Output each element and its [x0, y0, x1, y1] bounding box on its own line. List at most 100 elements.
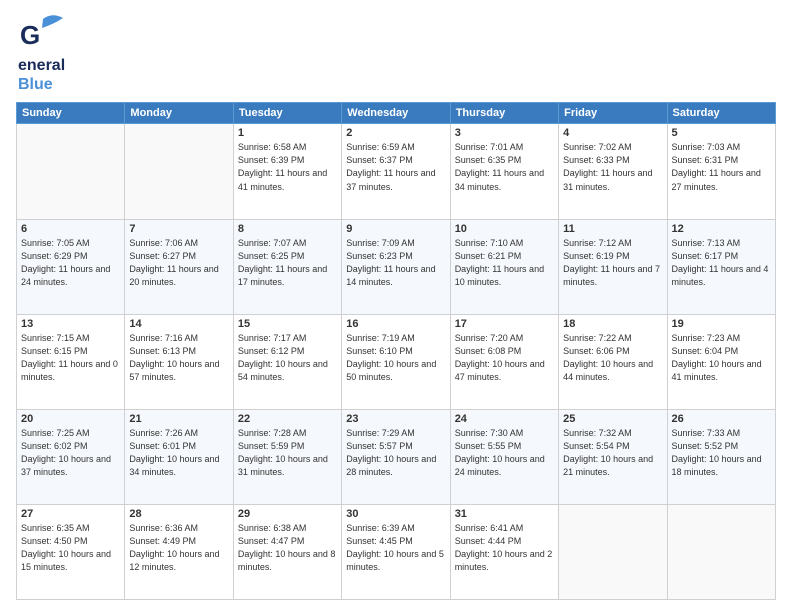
week-row-4: 20 Sunrise: 7:25 AMSunset: 6:02 PMDayligh…: [17, 409, 776, 504]
day-number: 20: [21, 413, 120, 425]
table-cell: [667, 504, 775, 599]
day-number: 9: [346, 223, 445, 235]
day-number: 31: [455, 508, 554, 520]
table-cell: 28 Sunrise: 6:36 AMSunset: 4:49 PMDayligh…: [125, 504, 233, 599]
day-info: Sunrise: 7:16 AMSunset: 6:13 PMDaylight:…: [129, 332, 228, 384]
day-number: 15: [238, 318, 337, 330]
day-number: 23: [346, 413, 445, 425]
day-number: 2: [346, 127, 445, 139]
day-info: Sunrise: 7:32 AMSunset: 5:54 PMDaylight:…: [563, 427, 662, 479]
table-cell: 16 Sunrise: 7:19 AMSunset: 6:10 PMDayligh…: [342, 314, 450, 409]
table-cell: 27Sunrise: 6:35 AMSunset: 4:50 PMDayligh…: [17, 504, 125, 599]
svg-text:G: G: [20, 20, 40, 50]
day-number: 11: [563, 223, 662, 235]
day-info: Sunrise: 7:13 AMSunset: 6:17 PMDaylight:…: [672, 237, 771, 289]
table-cell: 22Sunrise: 7:28 AMSunset: 5:59 PMDayligh…: [233, 409, 341, 504]
day-info: Sunrise: 6:38 AMSunset: 4:47 PMDaylight:…: [238, 522, 337, 574]
day-number: 1: [238, 127, 337, 139]
week-row-1: 1 Sunrise: 6:58 AMSunset: 6:39 PMDaylight…: [17, 124, 776, 219]
day-info: Sunrise: 7:09 AMSunset: 6:23 PMDaylight:…: [346, 237, 445, 289]
day-number: 24: [455, 413, 554, 425]
day-info: Sunrise: 6:58 AMSunset: 6:39 PMDaylight:…: [238, 141, 337, 193]
table-cell: 14 Sunrise: 7:16 AMSunset: 6:13 PMDayligh…: [125, 314, 233, 409]
table-cell: [17, 124, 125, 219]
day-info: Sunrise: 7:05 AMSunset: 6:29 PMDaylight:…: [21, 237, 120, 289]
table-cell: 29Sunrise: 6:38 AMSunset: 4:47 PMDayligh…: [233, 504, 341, 599]
col-tuesday: Tuesday: [233, 103, 341, 124]
table-cell: 6 Sunrise: 7:05 AMSunset: 6:29 PMDaylight…: [17, 219, 125, 314]
day-info: Sunrise: 6:59 AMSunset: 6:37 PMDaylight:…: [346, 141, 445, 193]
day-info: Sunrise: 6:39 AMSunset: 4:45 PMDaylight:…: [346, 522, 445, 574]
day-info: Sunrise: 7:03 AMSunset: 6:31 PMDaylight:…: [672, 141, 771, 193]
day-info: Sunrise: 7:30 AMSunset: 5:55 PMDaylight:…: [455, 427, 554, 479]
day-number: 13: [21, 318, 120, 330]
day-info: Sunrise: 7:17 AMSunset: 6:12 PMDaylight:…: [238, 332, 337, 384]
table-cell: 12 Sunrise: 7:13 AMSunset: 6:17 PMDayligh…: [667, 219, 775, 314]
day-number: 14: [129, 318, 228, 330]
table-cell: 25 Sunrise: 7:32 AMSunset: 5:54 PMDayligh…: [559, 409, 667, 504]
day-info: Sunrise: 7:26 AMSunset: 6:01 PMDaylight:…: [129, 427, 228, 479]
table-cell: 10 Sunrise: 7:10 AMSunset: 6:21 PMDayligh…: [450, 219, 558, 314]
day-info: Sunrise: 6:35 AMSunset: 4:50 PMDaylight:…: [21, 522, 120, 574]
calendar-table: Sunday Monday Tuesday Wednesday Thursday…: [16, 102, 776, 600]
table-cell: 18Sunrise: 7:22 AMSunset: 6:06 PMDayligh…: [559, 314, 667, 409]
table-cell: 5 Sunrise: 7:03 AMSunset: 6:31 PMDaylight…: [667, 124, 775, 219]
day-number: 26: [672, 413, 771, 425]
table-cell: 3Sunrise: 7:01 AMSunset: 6:35 PMDaylight…: [450, 124, 558, 219]
day-number: 8: [238, 223, 337, 235]
day-info: Sunrise: 7:20 AMSunset: 6:08 PMDaylight:…: [455, 332, 554, 384]
logo-icon: G: [19, 12, 63, 56]
week-row-3: 13 Sunrise: 7:15 AMSunset: 6:15 PMDayligh…: [17, 314, 776, 409]
day-info: Sunrise: 7:01 AMSunset: 6:35 PMDaylight:…: [455, 141, 554, 193]
table-cell: 21Sunrise: 7:26 AMSunset: 6:01 PMDayligh…: [125, 409, 233, 504]
day-number: 7: [129, 223, 228, 235]
table-cell: 8 Sunrise: 7:07 AMSunset: 6:25 PMDaylight…: [233, 219, 341, 314]
logo-words: eneral Blue: [18, 56, 65, 94]
day-info: Sunrise: 7:25 AMSunset: 6:02 PMDaylight:…: [21, 427, 120, 479]
day-number: 30: [346, 508, 445, 520]
day-info: Sunrise: 7:19 AMSunset: 6:10 PMDaylight:…: [346, 332, 445, 384]
col-thursday: Thursday: [450, 103, 558, 124]
table-cell: 31 Sunrise: 6:41 AMSunset: 4:44 PMDayligh…: [450, 504, 558, 599]
table-cell: [125, 124, 233, 219]
day-info: Sunrise: 7:33 AMSunset: 5:52 PMDaylight:…: [672, 427, 771, 479]
table-cell: 20 Sunrise: 7:25 AMSunset: 6:02 PMDayligh…: [17, 409, 125, 504]
table-cell: 15 Sunrise: 7:17 AMSunset: 6:12 PMDayligh…: [233, 314, 341, 409]
day-info: Sunrise: 7:22 AMSunset: 6:06 PMDaylight:…: [563, 332, 662, 384]
day-number: 16: [346, 318, 445, 330]
day-number: 28: [129, 508, 228, 520]
table-cell: 4Sunrise: 7:02 AMSunset: 6:33 PMDaylight…: [559, 124, 667, 219]
day-info: Sunrise: 7:15 AMSunset: 6:15 PMDaylight:…: [21, 332, 120, 384]
logo-blue: Blue: [18, 75, 65, 94]
day-info: Sunrise: 7:07 AMSunset: 6:25 PMDaylight:…: [238, 237, 337, 289]
day-number: 22: [238, 413, 337, 425]
day-number: 10: [455, 223, 554, 235]
day-info: Sunrise: 7:29 AMSunset: 5:57 PMDaylight:…: [346, 427, 445, 479]
col-saturday: Saturday: [667, 103, 775, 124]
day-number: 6: [21, 223, 120, 235]
table-cell: 23 Sunrise: 7:29 AMSunset: 5:57 PMDayligh…: [342, 409, 450, 504]
day-number: 19: [672, 318, 771, 330]
day-info: Sunrise: 6:36 AMSunset: 4:49 PMDaylight:…: [129, 522, 228, 574]
logo: G eneral Blue: [16, 12, 65, 94]
day-info: Sunrise: 6:41 AMSunset: 4:44 PMDaylight:…: [455, 522, 554, 574]
table-cell: 19 Sunrise: 7:23 AMSunset: 6:04 PMDayligh…: [667, 314, 775, 409]
day-info: Sunrise: 7:23 AMSunset: 6:04 PMDaylight:…: [672, 332, 771, 384]
day-number: 5: [672, 127, 771, 139]
day-info: Sunrise: 7:12 AMSunset: 6:19 PMDaylight:…: [563, 237, 662, 289]
table-cell: [559, 504, 667, 599]
day-info: Sunrise: 7:10 AMSunset: 6:21 PMDaylight:…: [455, 237, 554, 289]
day-number: 12: [672, 223, 771, 235]
day-info: Sunrise: 7:02 AMSunset: 6:33 PMDaylight:…: [563, 141, 662, 193]
table-cell: 2 Sunrise: 6:59 AMSunset: 6:37 PMDaylight…: [342, 124, 450, 219]
col-monday: Monday: [125, 103, 233, 124]
col-friday: Friday: [559, 103, 667, 124]
page-header: G eneral Blue: [16, 12, 776, 94]
table-cell: 7Sunrise: 7:06 AMSunset: 6:27 PMDaylight…: [125, 219, 233, 314]
calendar-header-row: Sunday Monday Tuesday Wednesday Thursday…: [17, 103, 776, 124]
table-cell: 24 Sunrise: 7:30 AMSunset: 5:55 PMDayligh…: [450, 409, 558, 504]
day-number: 25: [563, 413, 662, 425]
table-cell: 30 Sunrise: 6:39 AMSunset: 4:45 PMDayligh…: [342, 504, 450, 599]
logo-general: eneral: [18, 56, 65, 75]
week-row-5: 27Sunrise: 6:35 AMSunset: 4:50 PMDayligh…: [17, 504, 776, 599]
